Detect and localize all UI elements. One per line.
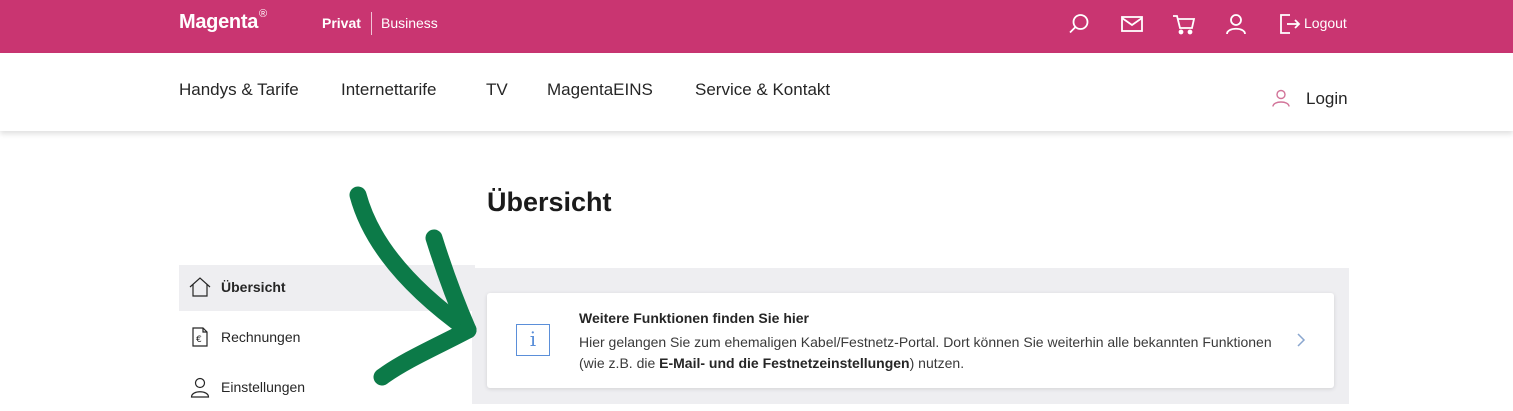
page-title: Übersicht bbox=[487, 187, 612, 217]
nav-item-handys-tarife[interactable]: Handys & Tarife bbox=[179, 80, 299, 100]
logout-icon[interactable] bbox=[1278, 12, 1302, 36]
info-card-text: Hier gelangen Sie zum ehemaligen Kabel/F… bbox=[579, 334, 1272, 371]
sidebar-item-einstellungen[interactable]: Einstellungen bbox=[179, 365, 475, 411]
chevron-right-icon[interactable] bbox=[1293, 331, 1309, 349]
info-card-title: Weitere Funktionen finden Sie hier bbox=[579, 310, 809, 326]
top-bar: Magenta® Privat Business Logout bbox=[0, 0, 1513, 53]
segment-divider bbox=[371, 12, 372, 35]
login-user-icon bbox=[1271, 88, 1291, 108]
cart-icon[interactable] bbox=[1172, 12, 1196, 36]
segment-business[interactable]: Business bbox=[381, 15, 438, 31]
search-icon[interactable] bbox=[1067, 12, 1091, 36]
nav-item-internettarife[interactable]: Internettarife bbox=[341, 80, 436, 100]
invoice-icon: € bbox=[189, 326, 211, 348]
sidebar-item-label: Einstellungen bbox=[221, 379, 306, 395]
sidebar-item-rechnungen[interactable]: € Rechnungen bbox=[179, 315, 475, 361]
login-label: Login bbox=[1306, 89, 1348, 108]
svg-text:€: € bbox=[196, 335, 202, 345]
main-nav: Handys & Tarife Internettarife TV Magent… bbox=[0, 53, 1513, 131]
sidebar-item-label: Rechnungen bbox=[221, 329, 301, 345]
home-icon bbox=[189, 276, 211, 298]
nav-item-tv[interactable]: TV bbox=[486, 80, 508, 100]
nav-item-service-kontakt[interactable]: Service & Kontakt bbox=[695, 80, 830, 100]
brand-logo[interactable]: Magenta® bbox=[179, 8, 267, 34]
mail-icon[interactable] bbox=[1120, 12, 1144, 36]
nav-item-magentaeins[interactable]: MagentaEINS bbox=[547, 80, 653, 100]
user-icon bbox=[189, 376, 211, 398]
segment-privat[interactable]: Privat bbox=[322, 15, 361, 31]
sidebar-item-label: Übersicht bbox=[221, 279, 286, 295]
logout-link[interactable]: Logout bbox=[1304, 15, 1347, 31]
user-icon[interactable] bbox=[1224, 12, 1248, 36]
info-icon: i bbox=[516, 324, 550, 356]
sidebar-item-uebersicht[interactable]: Übersicht bbox=[179, 265, 475, 311]
info-card-text-bold: E-Mail- und die Festnetzeinstellungen bbox=[659, 355, 910, 371]
info-card[interactable]: i Weitere Funktionen finden Sie hier Hie… bbox=[487, 293, 1334, 388]
